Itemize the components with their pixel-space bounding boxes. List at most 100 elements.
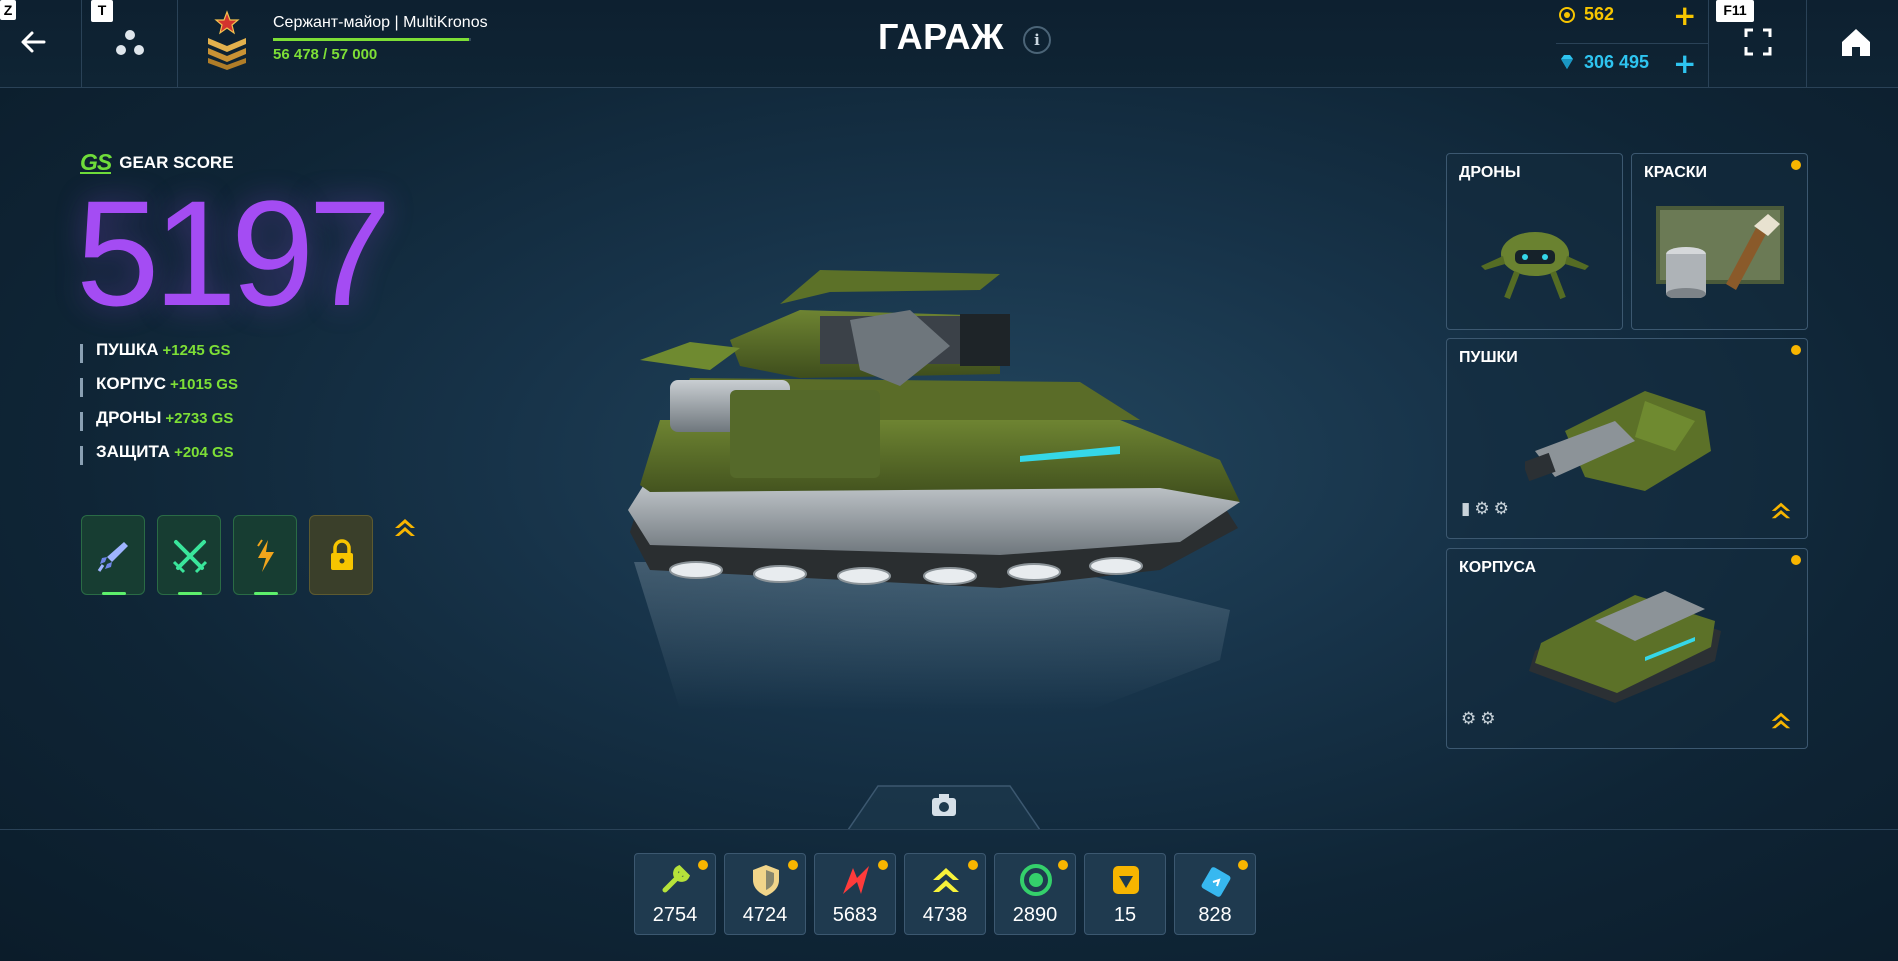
key-hint-f11: F11: [1716, 0, 1754, 22]
key-hint-t: T: [91, 0, 113, 22]
player-name: Сержант-майор | MultiKronos: [273, 14, 488, 31]
supply-count: 4738: [922, 904, 968, 926]
gear-score-value: 5197: [76, 169, 392, 337]
repair-kit-icon: [662, 864, 691, 893]
hull-modules: ⚙ ⚙: [1461, 709, 1496, 729]
notification-dot: [878, 860, 888, 870]
notification-dot: [1791, 160, 1801, 170]
ability-slot-lightning[interactable]: [233, 515, 297, 595]
card-paints[interactable]: КРАСКИ: [1631, 153, 1808, 330]
gold-box-icon: [1113, 866, 1139, 894]
supply-slot[interactable]: 2754: [634, 853, 716, 935]
fullscreen-icon[interactable]: [1740, 24, 1776, 60]
turret-icon: [1525, 391, 1711, 491]
separator: [1806, 0, 1807, 88]
battery-icon: [1201, 867, 1231, 897]
gear-score-row: ПУШКА +1245 GS: [80, 340, 238, 374]
card-hulls[interactable]: КОРПУСА ⚙ ⚙: [1446, 548, 1808, 749]
page-title: ГАРАЖ: [878, 16, 1005, 57]
upgrade-arrow-icon: [1771, 502, 1791, 519]
buy-crystals-button[interactable]: +: [1673, 2, 1696, 30]
drone-icon: [1481, 232, 1589, 300]
double-damage-icon: [843, 866, 869, 894]
rank-sergeant-major-icon: [208, 10, 246, 70]
gear-score-row: ДРОНЫ +2733 GS: [80, 408, 238, 442]
lightning-icon: [257, 539, 274, 572]
card-drones[interactable]: ДРОНЫ: [1446, 153, 1623, 330]
armor-icon: [753, 865, 779, 896]
home-icon[interactable]: [1836, 22, 1876, 62]
separator: [1556, 43, 1708, 44]
clan-icon[interactable]: [110, 24, 150, 64]
card-turrets[interactable]: ПУШКИ ▮ ⚙ ⚙: [1446, 338, 1808, 539]
info-button[interactable]: i: [1023, 26, 1051, 54]
separator: [177, 0, 178, 88]
ability-glow: [178, 592, 202, 595]
supply-slot[interactable]: 2890: [994, 853, 1076, 935]
card-title: ДРОНЫ: [1459, 164, 1521, 181]
gear-score-row: ЗАЩИТА +204 GS: [80, 442, 238, 476]
separator: [0, 829, 1898, 830]
tank-model: [628, 270, 1240, 710]
separator: [1708, 0, 1709, 88]
gear-icon: ⚙: [1493, 499, 1509, 519]
gear-icon: ⚙: [1474, 499, 1490, 519]
gs-item-bonus: +204 GS: [174, 444, 234, 461]
supply-count: 2754: [652, 904, 698, 926]
gs-item-name: ПУШКА: [96, 340, 159, 359]
notification-dot: [1058, 860, 1068, 870]
key-hint-z: Z: [0, 0, 16, 20]
crossed-swords-icon: [172, 540, 208, 574]
supply-count: 828: [1198, 904, 1232, 926]
notification-dot: [968, 860, 978, 870]
back-arrow-icon[interactable]: [12, 20, 56, 64]
mine-icon: [1020, 864, 1052, 896]
ability-glow: [102, 592, 126, 595]
supply-slot[interactable]: 828: [1174, 853, 1256, 935]
gs-item-bonus: +1015 GS: [170, 376, 238, 393]
supply-count: 2890: [1012, 904, 1058, 926]
upgrade-arrow-icon: [395, 519, 415, 536]
gs-item-name: КОРПУС: [96, 374, 167, 393]
notification-dot: [1238, 860, 1248, 870]
rocket-icon: [97, 542, 128, 572]
hull-icon: [1529, 591, 1721, 703]
card-title: КОРПУСА: [1459, 559, 1537, 576]
gear-score-row: КОРПУС +1015 GS: [80, 374, 238, 408]
ability-slot-swords[interactable]: [157, 515, 221, 595]
top-bar: Z T Сержант-майор | MultiKronos 56 478 /…: [0, 0, 1898, 88]
supply-slot[interactable]: 4738: [904, 853, 986, 935]
notification-dot: [1791, 345, 1801, 355]
ability-slot-locked[interactable]: [309, 515, 373, 595]
gear-icon: ⚙: [1461, 709, 1477, 729]
supply-slot[interactable]: 15: [1084, 853, 1166, 935]
paint-bucket-icon: [1656, 206, 1784, 298]
gs-item-bonus: +1245 GS: [162, 342, 231, 359]
ability-slot-rocket[interactable]: [81, 515, 145, 595]
ruby-balance: 306 495: [1584, 52, 1650, 72]
turret-modules: ▮ ⚙ ⚙: [1461, 499, 1509, 519]
notification-dot: [698, 860, 708, 870]
crystal-currency-icon: [1559, 7, 1575, 23]
supply-slot[interactable]: 5683: [814, 853, 896, 935]
gear-icon: ⚙: [1480, 709, 1496, 729]
supply-count: 5683: [832, 904, 878, 926]
speed-boost-icon: [933, 868, 959, 892]
supply-count: 4724: [742, 904, 788, 926]
separator: [81, 0, 82, 88]
xp-text: 56 478 / 57 000: [273, 46, 378, 63]
xp-progress-bar: [273, 38, 471, 41]
gear-score-breakdown: ПУШКА +1245 GS КОРПУС +1015 GS ДРОНЫ +2733 …: [80, 340, 238, 476]
ruby-currency-icon: [1561, 55, 1573, 69]
ability-glow: [254, 592, 278, 595]
notification-dot: [788, 860, 798, 870]
screenshot-tab[interactable]: [848, 784, 1040, 830]
gs-item-bonus: +2733 GS: [165, 410, 234, 427]
card-title: КРАСКИ: [1644, 164, 1708, 181]
card-title: ПУШКИ: [1459, 349, 1518, 366]
supply-slot[interactable]: 4724: [724, 853, 806, 935]
xp-progress-fill: [273, 38, 470, 41]
module-slot-icon: ▮: [1461, 499, 1471, 519]
crystal-balance: 562: [1584, 4, 1615, 24]
buy-rubies-button[interactable]: +: [1673, 50, 1696, 78]
